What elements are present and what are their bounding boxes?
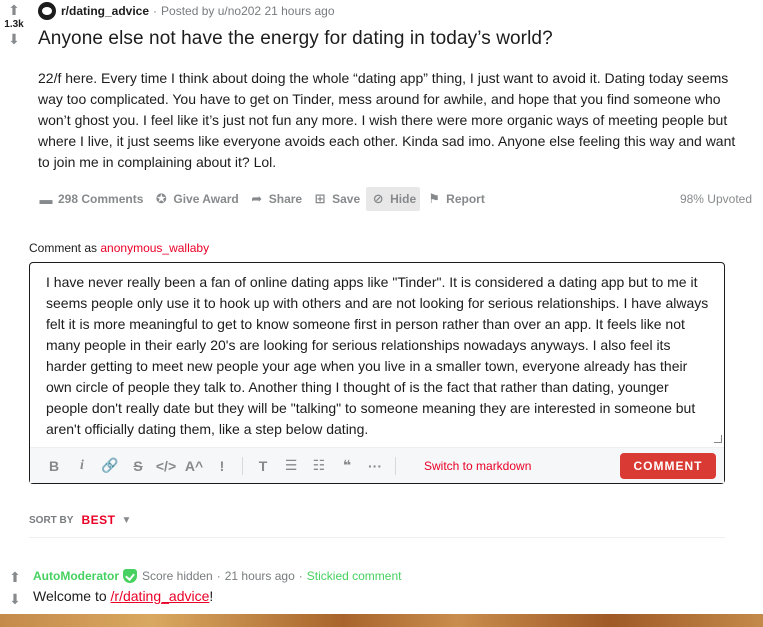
heading-icon[interactable]: T bbox=[249, 458, 277, 474]
share-arrow-icon: ➦ bbox=[251, 191, 263, 206]
upvote-arrow-icon[interactable]: ⬆ bbox=[3, 2, 25, 18]
comment-as-line: Comment as anonymous_wallaby bbox=[29, 241, 209, 255]
hide-circle-slash-icon: ⊘ bbox=[372, 191, 384, 206]
strikethrough-icon[interactable]: S bbox=[124, 458, 152, 474]
comment-score: Score hidden bbox=[142, 569, 213, 583]
comment-bubble-icon: ▬ bbox=[39, 191, 53, 207]
report-button[interactable]: ⚑ Report bbox=[422, 187, 489, 211]
bulleted-list-icon[interactable]: ☰ bbox=[277, 457, 305, 474]
sort-dropdown[interactable]: SORT BY BEST ▼ bbox=[29, 513, 131, 527]
post-title: Anyone else not have the energy for dati… bbox=[38, 28, 553, 49]
give-award-label: Give Award bbox=[173, 192, 239, 206]
comments-label: 298 Comments bbox=[58, 192, 144, 206]
comment-as-username[interactable]: anonymous_wallaby bbox=[100, 241, 209, 255]
more-options-icon[interactable]: ··· bbox=[361, 458, 389, 474]
comment-body-suffix: ! bbox=[209, 588, 214, 604]
moderator-shield-icon bbox=[123, 569, 137, 583]
comment-meta: AutoModerator Score hidden · 21 hours ag… bbox=[33, 569, 401, 583]
meta-separator: · bbox=[153, 4, 158, 18]
save-button[interactable]: ⊞ Save bbox=[308, 187, 364, 211]
comment-textarea[interactable]: I have never really been a fan of online… bbox=[46, 272, 710, 440]
comment-vote-column: ⬆ ⬇ bbox=[4, 569, 26, 607]
downvote-arrow-icon[interactable]: ⬇ bbox=[3, 31, 25, 47]
resize-handle[interactable] bbox=[714, 435, 722, 443]
superscript-icon[interactable]: A^ bbox=[180, 458, 208, 474]
divider bbox=[29, 537, 725, 538]
meta-separator: · bbox=[298, 569, 303, 583]
comment-author[interactable]: AutoModerator bbox=[33, 569, 119, 583]
post-meta: r/dating_advice · Posted by u/no202 21 h… bbox=[38, 2, 335, 20]
switch-to-markdown-link[interactable]: Switch to markdown bbox=[424, 459, 531, 473]
share-button[interactable]: ➦ Share bbox=[245, 187, 306, 211]
save-label: Save bbox=[332, 192, 361, 206]
award-icon: ✪ bbox=[155, 191, 167, 206]
spoiler-icon[interactable]: ! bbox=[208, 458, 236, 474]
numbered-list-icon[interactable]: ☷ bbox=[305, 457, 333, 474]
sort-value: BEST bbox=[81, 513, 116, 527]
posted-by: Posted by u/no202 21 hours ago bbox=[161, 4, 335, 18]
post-vote-column: ⬆ 1.3k ⬇ bbox=[0, 0, 28, 47]
link-icon[interactable]: 🔗 bbox=[96, 457, 124, 474]
stickied-label: Stickied comment bbox=[306, 569, 402, 583]
comment-as-label: Comment as bbox=[29, 241, 98, 255]
upvote-ratio: 98% Upvoted bbox=[679, 192, 752, 206]
comment-time: 21 hours ago bbox=[224, 569, 295, 583]
comment-submit-button[interactable]: COMMENT bbox=[620, 453, 716, 479]
bottom-image-strip bbox=[0, 614, 763, 627]
post-action-bar: ▬ 298 Comments ✪ Give Award ➦ Share ⊞ Sa… bbox=[34, 186, 752, 212]
report-label: Report bbox=[446, 192, 485, 206]
upvote-arrow-icon[interactable]: ⬆ bbox=[4, 569, 26, 585]
subreddit-link[interactable]: /r/dating_advice bbox=[111, 588, 210, 604]
subreddit-avatar-icon[interactable] bbox=[38, 2, 56, 20]
share-label: Share bbox=[268, 192, 303, 206]
comment-body: Welcome to /r/dating_advice! bbox=[33, 588, 213, 604]
hide-button[interactable]: ⊘ Hide bbox=[366, 187, 421, 211]
quote-block-icon[interactable]: ❝ bbox=[333, 457, 361, 474]
toolbar-divider bbox=[395, 456, 396, 475]
post-body: 22/f here. Every time I think about doin… bbox=[38, 70, 736, 170]
comments-button[interactable]: ▬ 298 Comments bbox=[34, 188, 147, 211]
toolbar-divider bbox=[242, 456, 243, 475]
bold-icon[interactable]: B bbox=[40, 458, 68, 474]
flag-icon: ⚑ bbox=[428, 191, 440, 206]
inline-code-icon[interactable]: </> bbox=[152, 458, 180, 474]
vote-count: 1.3k bbox=[4, 19, 24, 30]
subreddit-link[interactable]: r/dating_advice bbox=[61, 4, 149, 18]
downvote-arrow-icon[interactable]: ⬇ bbox=[4, 591, 26, 607]
sort-label: SORT BY bbox=[29, 514, 74, 526]
give-award-button[interactable]: ✪ Give Award bbox=[149, 187, 242, 211]
meta-separator: · bbox=[216, 569, 221, 583]
bookmark-icon: ⊞ bbox=[314, 191, 326, 206]
chevron-down-icon: ▼ bbox=[121, 514, 132, 526]
comment-editor[interactable]: I have never really been a fan of online… bbox=[29, 262, 725, 484]
comment-body-prefix: Welcome to bbox=[33, 588, 111, 604]
italic-icon[interactable]: i bbox=[68, 458, 96, 474]
editor-toolbar: B i 🔗 S </> A^ ! T ☰ ☷ ❝ ··· Switch to m… bbox=[30, 447, 724, 483]
hide-label: Hide bbox=[390, 192, 417, 206]
